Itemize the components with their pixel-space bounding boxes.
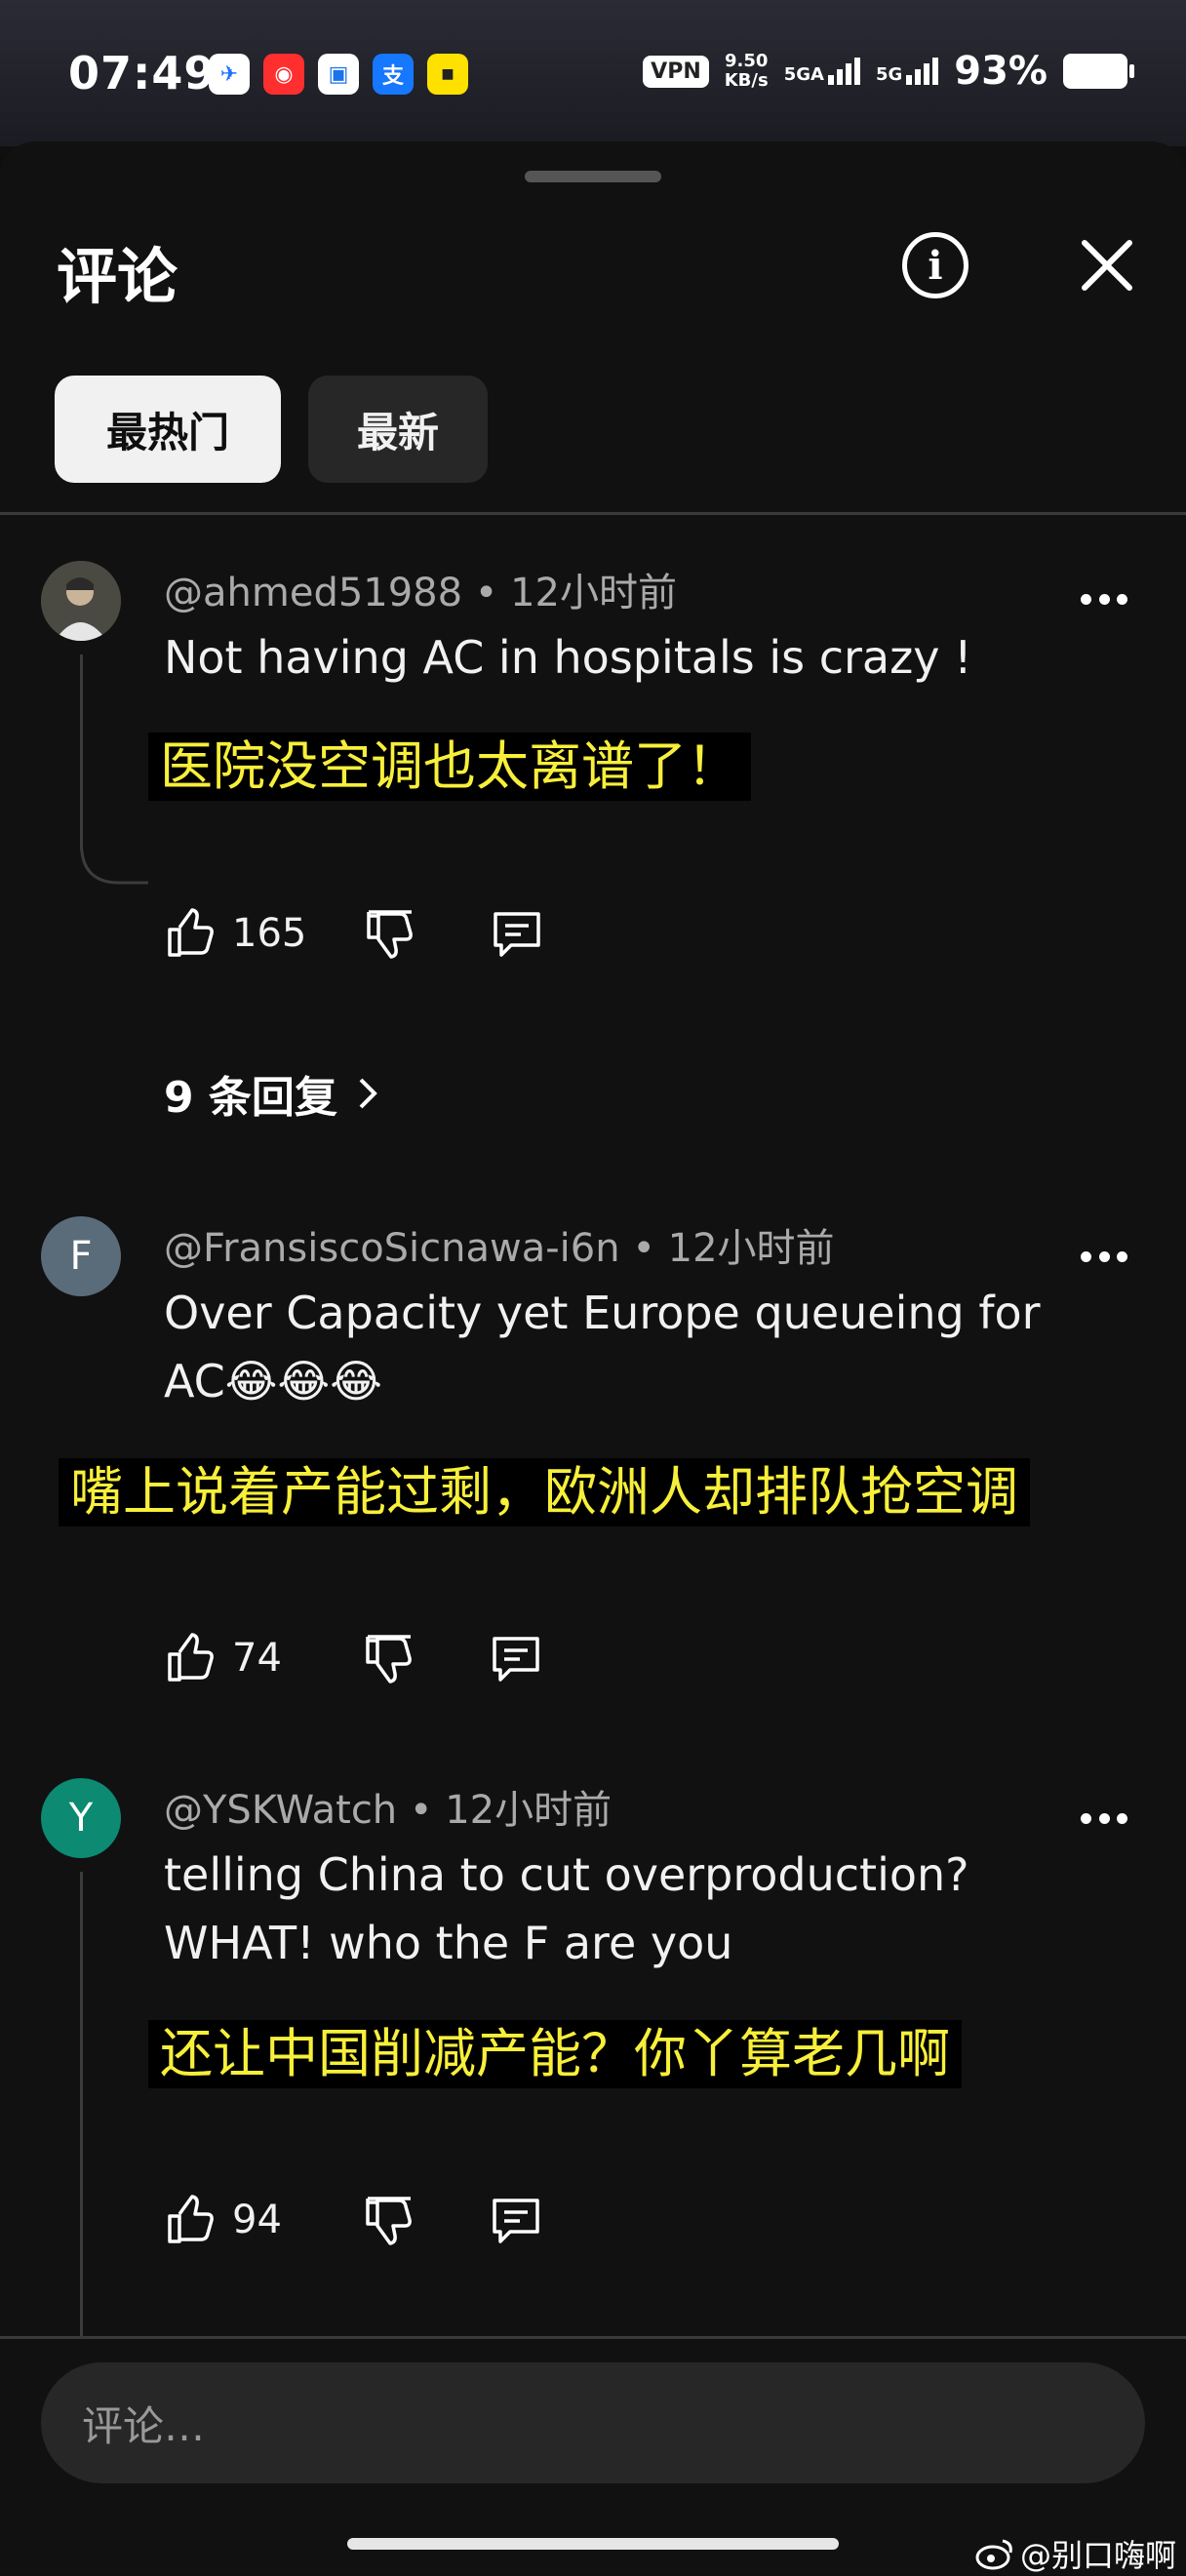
reply-icon[interactable] bbox=[488, 904, 546, 963]
thread-line bbox=[80, 654, 83, 850]
comment-meta: @FransiscoSicnawa-i6n • 12小时前 bbox=[164, 1216, 835, 1273]
tab-newest[interactable]: 最新 bbox=[308, 376, 488, 483]
signal-sim1: 5GA bbox=[784, 58, 860, 85]
sim1-label: 5GA bbox=[783, 64, 824, 85]
avatar[interactable]: Y bbox=[41, 1778, 121, 1858]
comment-author[interactable]: @ahmed51988 bbox=[164, 571, 462, 615]
vpn-badge: VPN bbox=[643, 55, 709, 88]
comment-time: 12小时前 bbox=[510, 571, 678, 615]
network-speed: 9.50 KB/s bbox=[725, 52, 769, 91]
more-options-icon[interactable] bbox=[1081, 1813, 1127, 1824]
like-icon[interactable] bbox=[162, 904, 220, 963]
comment-input[interactable]: 评论… bbox=[41, 2362, 1145, 2483]
divider bbox=[0, 2336, 1186, 2339]
comment-text: telling China to cut overproduction? WHA… bbox=[164, 1848, 969, 1969]
reply-icon[interactable] bbox=[487, 2191, 545, 2249]
more-options-icon[interactable] bbox=[1081, 594, 1127, 605]
like-icon[interactable] bbox=[162, 1629, 220, 1687]
status-bar: 07:49 ✈ ◉ ▣ 支 ■ VPN 9.50 KB/s 5GA 5G 93% bbox=[0, 0, 1186, 146]
drag-handle[interactable] bbox=[525, 171, 661, 182]
meta-separator: • bbox=[474, 571, 511, 615]
signal-bars-icon bbox=[906, 58, 939, 85]
comment-time: 12小时前 bbox=[445, 1788, 613, 1833]
notification-icons: ✈ ◉ ▣ 支 ■ bbox=[209, 54, 468, 95]
like-count: 94 bbox=[232, 2198, 282, 2242]
comment-input-placeholder: 评论… bbox=[82, 2401, 206, 2450]
comment-meta: @YSKWatch • 12小时前 bbox=[164, 1778, 612, 1835]
more-options-icon[interactable] bbox=[1081, 1251, 1127, 1262]
comment-actions: 74 bbox=[162, 1629, 545, 1687]
avatar[interactable] bbox=[41, 561, 121, 641]
feishu-icon: ✈ bbox=[209, 54, 250, 95]
battery-icon bbox=[1063, 54, 1134, 89]
dislike-icon[interactable] bbox=[360, 2191, 418, 2249]
divider bbox=[0, 512, 1186, 515]
sort-tabs: 最热门 最新 bbox=[55, 376, 488, 483]
watermark-text: @别口嗨啊 bbox=[1020, 2537, 1177, 2574]
red-mascot-icon: ◉ bbox=[263, 54, 304, 95]
meta-separator: • bbox=[632, 1226, 668, 1271]
comment-meta: @ahmed51988 • 12小时前 bbox=[164, 561, 677, 617]
comment-actions: 165 bbox=[162, 904, 546, 963]
reply-icon[interactable] bbox=[487, 1629, 545, 1687]
comment-text: Over Capacity yet Europe queueing for AC… bbox=[164, 1287, 1041, 1407]
thread-line bbox=[80, 1872, 83, 2336]
signal-bars-icon bbox=[827, 58, 860, 85]
battery-percent: 93% bbox=[954, 49, 1048, 94]
tab-top[interactable]: 最热门 bbox=[55, 376, 281, 483]
dislike-icon[interactable] bbox=[361, 904, 419, 963]
system-indicators: VPN 9.50 KB/s 5GA 5G 93% bbox=[643, 49, 1134, 94]
dislike-icon[interactable] bbox=[360, 1629, 418, 1687]
speed-value: 9.50 bbox=[725, 51, 769, 71]
close-icon[interactable] bbox=[1073, 231, 1141, 299]
translation-subtitle: 医院没空调也太离谱了！ bbox=[148, 733, 751, 801]
weibo-icon bbox=[975, 2539, 1012, 2570]
sim2-label: 5G bbox=[875, 64, 903, 85]
blue-app-icon: ▣ bbox=[318, 54, 359, 95]
chevron-right-icon bbox=[359, 1078, 377, 1109]
signal-sim2: 5G bbox=[875, 58, 939, 85]
translation-subtitle: 嘴上说着产能过剩，欧洲人却排队抢空调 bbox=[59, 1458, 1030, 1526]
home-indicator[interactable] bbox=[347, 2538, 839, 2550]
sheet-title: 评论 bbox=[57, 241, 178, 312]
view-replies-button[interactable]: 9 条回复 bbox=[164, 1062, 380, 1125]
thread-curve bbox=[80, 844, 148, 885]
clock: 07:49 bbox=[68, 47, 217, 99]
avatar[interactable]: F bbox=[41, 1216, 121, 1296]
alipay-icon: 支 bbox=[373, 54, 414, 95]
like-count: 74 bbox=[232, 1636, 282, 1681]
translation-subtitle: 还让中国削减产能？你丫算老几啊 bbox=[148, 2020, 962, 2088]
comment-author[interactable]: @FransiscoSicnawa-i6n bbox=[164, 1226, 620, 1271]
comments-sheet: 评论 i 最热门 最新 @ahmed51988 • 12小时前 Not havi… bbox=[0, 141, 1186, 2575]
info-icon[interactable]: i bbox=[902, 232, 969, 298]
comment-author[interactable]: @YSKWatch bbox=[164, 1788, 397, 1833]
yellow-app-icon: ■ bbox=[427, 54, 468, 95]
meta-separator: • bbox=[409, 1788, 446, 1833]
comment-actions: 94 bbox=[162, 2191, 545, 2249]
watermark: @别口嗨啊 bbox=[975, 2531, 1176, 2576]
replies-label: 9 条回复 bbox=[164, 1073, 337, 1123]
avatar-photo-icon bbox=[41, 561, 121, 641]
comment-time: 12小时前 bbox=[667, 1226, 835, 1271]
comment-text: Not having AC in hospitals is crazy ! bbox=[164, 631, 972, 684]
like-count: 165 bbox=[232, 911, 307, 956]
like-icon[interactable] bbox=[162, 2191, 220, 2249]
speed-unit: KB/s bbox=[724, 70, 769, 91]
